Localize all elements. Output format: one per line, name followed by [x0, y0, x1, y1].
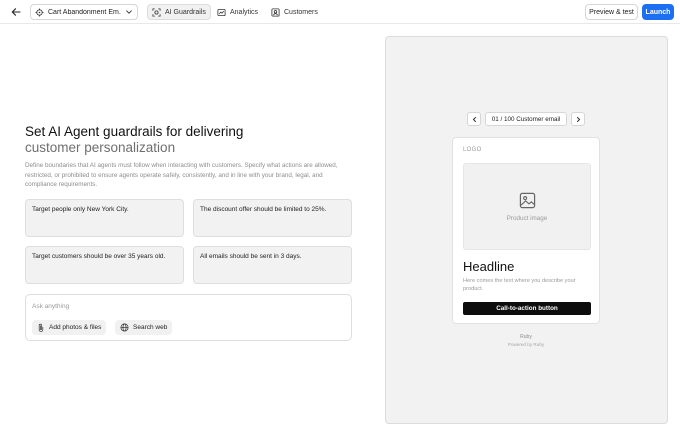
preview-test-button[interactable]: Preview & test	[585, 4, 638, 20]
add-files-label: Add photos & files	[49, 324, 102, 331]
paperclip-icon	[37, 323, 45, 332]
ask-input-box[interactable]: Ask anything Add photos & files Search w…	[25, 294, 352, 341]
launch-button[interactable]: Launch	[642, 4, 674, 20]
tab-analytics[interactable]: Analytics	[213, 4, 262, 20]
page-title: Set AI Agent guardrails for delivering c…	[25, 124, 325, 156]
page-description: Define boundaries that AI agents must fo…	[25, 162, 338, 189]
previous-button[interactable]	[467, 112, 481, 126]
product-image-caption: Product image	[506, 215, 548, 222]
project-select[interactable]: Cart Abandonment Em...	[30, 4, 138, 20]
add-files-button[interactable]: Add photos & files	[32, 320, 107, 335]
search-web-button[interactable]: Search web	[115, 320, 173, 335]
top-bar: Cart Abandonment Em... AI Guardrails Ana…	[0, 0, 680, 24]
email-logo: LOGO	[463, 147, 482, 153]
search-web-label: Search web	[133, 324, 168, 331]
chevron-right-icon	[576, 116, 580, 122]
image-icon	[519, 192, 536, 209]
email-card: LOGO Product image Headline Here comes t…	[452, 137, 600, 324]
guardrail-text: Target customers should be over 35 years…	[32, 253, 166, 260]
tab-ai-guardrails[interactable]: AI Guardrails	[147, 4, 211, 20]
chevron-left-icon	[472, 116, 476, 122]
powered-by: Powered by Ruby	[507, 342, 545, 347]
page-title-line2: customer personalization	[25, 140, 176, 155]
call-to-action-button[interactable]: Call-to-action button	[463, 302, 591, 315]
chart-icon	[217, 8, 226, 17]
tab-label: AI Guardrails	[165, 8, 206, 16]
guardrail-card[interactable]: Target people only New York City.	[25, 199, 184, 237]
guardrail-card[interactable]: All emails should be sent in 3 days.	[193, 246, 352, 284]
pager-label: 01 / 100 Customer email	[485, 112, 567, 126]
tab-customers[interactable]: Customers	[267, 4, 322, 20]
guardrail-card[interactable]: The discount offer should be limited to …	[193, 199, 352, 237]
email-subtext: Here comes the text where you describe y…	[463, 278, 576, 292]
brand-name: Ruby	[520, 334, 532, 340]
tab-label: Customers	[284, 8, 318, 16]
guardrail-text: The discount offer should be limited to …	[200, 206, 327, 213]
project-name: Cart Abandonment Em...	[48, 8, 121, 16]
guardrail-text: Target people only New York City.	[32, 206, 129, 213]
guardrail-text: All emails should be sent in 3 days.	[200, 253, 302, 260]
globe-icon	[120, 323, 129, 332]
guardrail-card[interactable]: Target customers should be over 35 years…	[25, 246, 184, 284]
next-button[interactable]	[571, 112, 585, 126]
page-title-line1: Set AI Agent guardrails for delivering	[25, 124, 244, 139]
target-icon	[35, 7, 44, 17]
back-arrow-icon[interactable]	[8, 4, 24, 20]
chevron-down-icon	[125, 8, 133, 16]
ask-input-placeholder[interactable]: Ask anything	[32, 303, 69, 310]
user-card-icon	[271, 7, 280, 17]
product-image-placeholder: Product image	[463, 163, 591, 250]
tab-label: Analytics	[230, 8, 259, 16]
email-headline: Headline	[463, 259, 515, 274]
shield-scan-icon	[152, 7, 161, 17]
